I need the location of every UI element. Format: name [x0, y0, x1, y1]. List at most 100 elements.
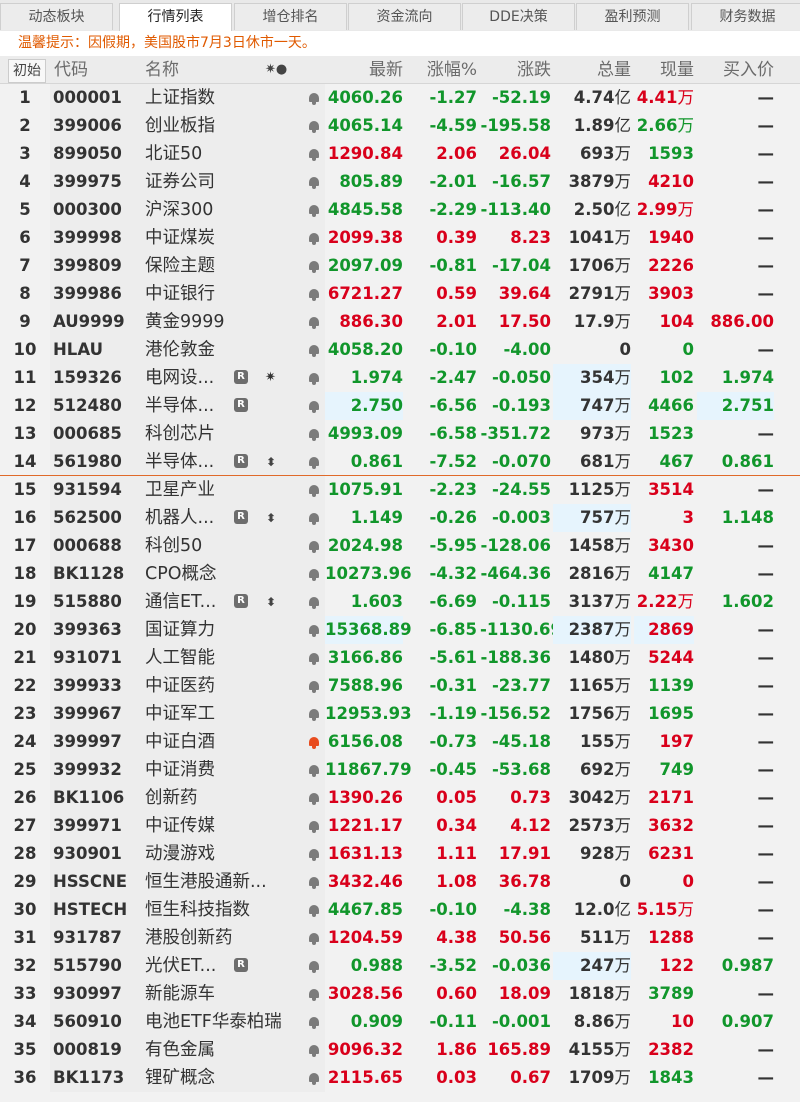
- table-row[interactable]: 19 515880 通信ET... R ⬍ 1.603 -6.69 -0.115 3137万 2.…: [0, 588, 800, 616]
- bell-icon[interactable]: [309, 429, 319, 441]
- change-percent: -5.95: [429, 536, 477, 555]
- table-row[interactable]: 1 000001 上证指数 4060.26 -1.27 -52.19 4.74亿 4.41万 —: [0, 84, 800, 112]
- latest-price: 2024.98: [327, 536, 403, 555]
- total-volume: 247万: [553, 952, 631, 980]
- bell-icon[interactable]: [309, 597, 319, 609]
- bell-icon[interactable]: [309, 233, 319, 245]
- table-row[interactable]: 17 000688 科创50 2024.98 -5.95 -128.06 1458万 3430…: [0, 532, 800, 560]
- header-volume[interactable]: 总量: [553, 56, 631, 84]
- table-row[interactable]: 14 561980 半导体... R ⬍ 0.861 -7.52 -0.070 681万 467 0…: [0, 448, 800, 476]
- table-row[interactable]: 28 930901 动漫游戏 1631.13 1.11 17.91 928万 6231—: [0, 840, 800, 868]
- bell-icon[interactable]: [309, 177, 319, 189]
- table-row[interactable]: 36 BK1173 锂矿概念 2115.65 0.03 0.67 1709万 1843—: [0, 1064, 800, 1092]
- table-row[interactable]: 30 HSTECH 恒生科技指数 4467.85 -0.10 -4.38 12.0亿 5.15…: [0, 896, 800, 924]
- table-row[interactable]: 7 399809 保险主题 2097.09 -0.81 -17.04 1706万 2226—: [0, 252, 800, 280]
- header-name[interactable]: 名称: [145, 56, 179, 84]
- table-row[interactable]: 25 399932 中证消费 11867.79 -0.45 -53.68 692万 749—: [0, 756, 800, 784]
- table-row[interactable]: 34 560910 电池ETF华泰柏瑞 0.909 -0.11 -0.001 8.86万 10…: [0, 1008, 800, 1036]
- tab-1[interactable]: 行情列表: [119, 3, 232, 31]
- bell-icon[interactable]: [309, 569, 319, 581]
- bell-icon[interactable]: [309, 261, 319, 273]
- bell-icon[interactable]: [309, 989, 319, 1001]
- tab-5[interactable]: 盈利预测: [576, 3, 689, 30]
- bid-price: 1.974: [721, 368, 774, 387]
- bell-icon[interactable]: [309, 793, 319, 805]
- bell-icon[interactable]: [309, 905, 319, 917]
- table-row[interactable]: 15 931594 卫星产业 1075.91 -2.23 -24.55 1125万 3514—: [0, 476, 800, 504]
- current-volume: 1695: [634, 700, 694, 728]
- header-bid[interactable]: 买入价: [697, 56, 774, 84]
- table-row[interactable]: 27 399971 中证传媒 1221.17 0.34 4.12 2573万 3632—: [0, 812, 800, 840]
- table-row[interactable]: 18 BK1128 CPO概念 10273.96 -4.32 -464.36 2816万 41…: [0, 560, 800, 588]
- bell-icon[interactable]: [309, 933, 319, 945]
- bell-icon[interactable]: [309, 205, 319, 217]
- bell-icon[interactable]: [309, 765, 319, 777]
- table-row[interactable]: 2 399006 创业板指 4065.14 -4.59 -195.58 1.89亿 2.66万…: [0, 112, 800, 140]
- bell-icon[interactable]: [309, 345, 319, 357]
- bell-icon[interactable]: [309, 1017, 319, 1029]
- table-row[interactable]: 4 399975 证券公司 805.89 -2.01 -16.57 3879万 4210—: [0, 168, 800, 196]
- header-pct[interactable]: 涨幅%: [410, 56, 477, 84]
- table-row[interactable]: 6 399998 中证煤炭 2099.38 0.39 8.23 1041万 1940—: [0, 224, 800, 252]
- bell-icon[interactable]: [309, 709, 319, 721]
- table-row[interactable]: 11 159326 电网设... R ✷ 1.974 -2.47 -0.050 354万 102 1…: [0, 364, 800, 392]
- bell-icon[interactable]: [309, 513, 319, 525]
- table-row[interactable]: 33 930997 新能源车 3028.56 0.60 18.09 1818万 3789—: [0, 980, 800, 1008]
- header-latest[interactable]: 最新: [325, 56, 403, 84]
- tab-2[interactable]: 增仓排名: [234, 3, 347, 30]
- bell-icon[interactable]: [309, 681, 319, 693]
- table-row[interactable]: 31 931787 港股创新药 1204.59 4.38 50.56 511万 1288—: [0, 924, 800, 952]
- bell-icon[interactable]: [309, 93, 319, 105]
- bid-price: 0.861: [721, 452, 774, 471]
- tab-0[interactable]: 动态板块: [0, 3, 113, 30]
- table-row[interactable]: 10 HLAU 港伦敦金 4058.20 -0.10 -4.00 0 0 —: [0, 336, 800, 364]
- table-row[interactable]: 8 399986 中证银行 6721.27 0.59 39.64 2791万 3903—: [0, 280, 800, 308]
- table-row[interactable]: 13 000685 科创芯片 4993.09 -6.58 -351.72 973万 1523—: [0, 420, 800, 448]
- bell-icon[interactable]: [309, 541, 319, 553]
- table-row[interactable]: 24 399997 中证白酒 6156.08 -0.73 -45.18 155万 197—: [0, 728, 800, 756]
- bell-icon[interactable]: [309, 961, 319, 973]
- table-row[interactable]: 9 AU9999 黄金9999 886.30 2.01 17.50 17.9万 104 886.…: [0, 308, 800, 336]
- header-code[interactable]: 代码: [54, 56, 88, 84]
- bell-icon[interactable]: [309, 485, 319, 497]
- bell-icon[interactable]: [309, 401, 319, 413]
- table-row[interactable]: 23 399967 中证军工 12953.93 -1.19 -156.52 1756万 169…: [0, 700, 800, 728]
- header-marks[interactable]: ✷●: [265, 56, 287, 84]
- bell-icon[interactable]: [309, 625, 319, 637]
- bell-icon[interactable]: [309, 877, 319, 889]
- table-row[interactable]: 35 000819 有色金属 9096.32 1.86 165.89 4155万 2382—: [0, 1036, 800, 1064]
- table-row[interactable]: 3 899050 北证50 1290.84 2.06 26.04 693万 1593—: [0, 140, 800, 168]
- bell-icon[interactable]: [309, 121, 319, 133]
- table-row[interactable]: 22 399933 中证医药 7588.96 -0.31 -23.77 1165万 1139—: [0, 672, 800, 700]
- bell-icon[interactable]: [309, 653, 319, 665]
- table-row[interactable]: 12 512480 半导体... R 2.750 -6.56 -0.193 747万 4466 2…: [0, 392, 800, 420]
- stock-code: 399363: [53, 620, 122, 639]
- header-current[interactable]: 现量: [634, 56, 694, 84]
- table-row[interactable]: 21 931071 人工智能 3166.86 -5.61 -188.36 1480万 5244…: [0, 644, 800, 672]
- bid-price: —: [757, 900, 775, 919]
- header-chg[interactable]: 涨跌: [480, 56, 551, 84]
- bell-icon[interactable]: [309, 821, 319, 833]
- table-row[interactable]: 5 000300 沪深300 4845.58 -2.29 -113.40 2.50亿 2.99…: [0, 196, 800, 224]
- table-row[interactable]: 26 BK1106 创新药 1390.26 0.05 0.73 3042万 2171—: [0, 784, 800, 812]
- change-amount: 0.73: [510, 788, 551, 807]
- bell-icon[interactable]: [309, 289, 319, 301]
- bell-icon[interactable]: [309, 457, 319, 469]
- table-row[interactable]: 32 515790 光伏ET... R 0.988 -3.52 -0.036 247万 122 0…: [0, 952, 800, 980]
- bell-icon[interactable]: [309, 373, 319, 385]
- bell-icon[interactable]: [309, 149, 319, 161]
- bell-icon[interactable]: [309, 317, 319, 329]
- bell-icon[interactable]: [309, 737, 319, 749]
- bell-icon[interactable]: [309, 1073, 319, 1085]
- tab-3[interactable]: 资金流向: [348, 3, 461, 30]
- volume-value: 1756: [568, 704, 615, 723]
- bell-icon[interactable]: [309, 849, 319, 861]
- bell-icon[interactable]: [309, 1045, 319, 1057]
- tab-4[interactable]: DDE决策: [462, 3, 575, 30]
- change-amount: -53.68: [491, 760, 551, 779]
- table-row[interactable]: 29 HSSCNE 恒生港股通新... 3432.46 1.08 36.78 0 0 —: [0, 868, 800, 896]
- table-row[interactable]: 16 562500 机器人... R ⬍ 1.149 -0.26 -0.003 757万 3 1.1…: [0, 504, 800, 532]
- tab-6[interactable]: 财务数据: [691, 3, 800, 30]
- reset-order-button[interactable]: 初始: [8, 59, 46, 83]
- table-row[interactable]: 20 399363 国证算力 15368.89 -6.85 -1130.69 2387万 28…: [0, 616, 800, 644]
